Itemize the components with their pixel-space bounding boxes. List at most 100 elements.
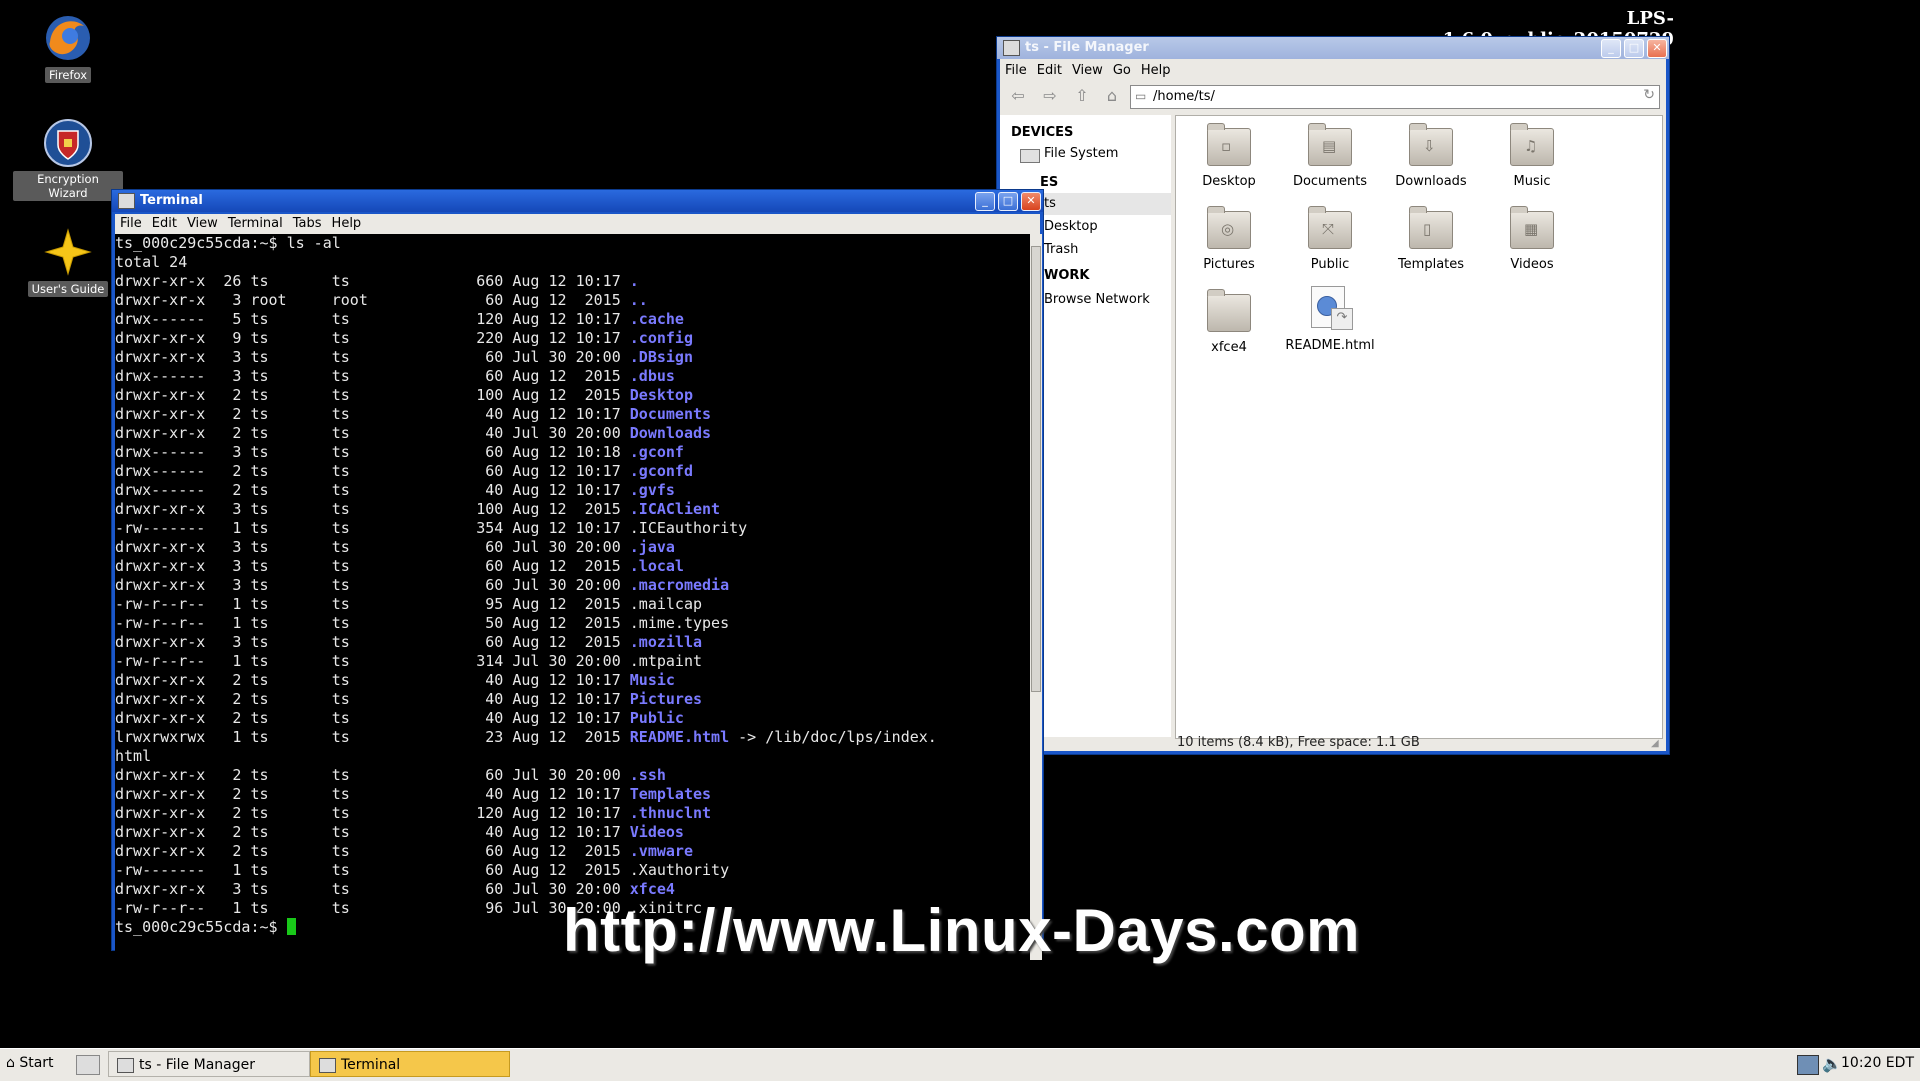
- scrollbar-thumb[interactable]: [1031, 246, 1041, 692]
- terminal-titlebar[interactable]: Terminal _ □ ✕: [112, 190, 1043, 212]
- reload-icon[interactable]: ↻: [1643, 87, 1655, 103]
- listing-line: drwxr-xr-x 2 ts ts 60 Aug 12 2015 .vmwar…: [115, 842, 1030, 861]
- entry-name: Templates: [629, 785, 712, 803]
- close-button[interactable]: ✕: [1647, 39, 1667, 58]
- file-manager-toolbar: ⇦ ⇨ ⇧ ⌂ ▭ /home/ts/ ↻: [1000, 81, 1666, 111]
- forward-arrow-icon[interactable]: ⇨: [1040, 87, 1060, 105]
- entry-name: Music: [629, 671, 675, 689]
- entry-meta: drwxr-xr-x 3 ts ts 60 Aug 12 2015: [115, 557, 630, 575]
- entry-meta: drwxr-xr-x 2 ts ts 40 Aug 12 10:17: [115, 709, 630, 727]
- entry-name: Downloads: [629, 424, 712, 442]
- resize-grip-icon[interactable]: ◢: [1651, 738, 1663, 750]
- entry-name: .mailcap: [629, 595, 703, 613]
- entry-meta: drwxr-xr-x 2 ts ts 40 Aug 12 10:17: [115, 671, 630, 689]
- entry-meta: drwx------ 3 ts ts 60 Aug 12 10:18: [115, 443, 630, 461]
- show-desktop-icon[interactable]: [76, 1055, 100, 1075]
- menu-file[interactable]: File: [115, 214, 147, 233]
- listing-line: -rw-r--r-- 1 ts ts 314 Jul 30 20:00 .mtp…: [115, 652, 1030, 671]
- entry-meta: drwx------ 2 ts ts 60 Aug 12 10:17: [115, 462, 630, 480]
- terminal-scrollbar[interactable]: [1030, 234, 1042, 960]
- menu-edit[interactable]: Edit: [147, 214, 182, 233]
- folder-icon: ⇩: [1409, 123, 1453, 166]
- entry-meta: drwxr-xr-x 2 ts ts 40 Aug 12 10:17: [115, 823, 630, 841]
- file-item-label: xfce4: [1211, 340, 1247, 355]
- entry-meta: drwx------ 5 ts ts 120 Aug 12 10:17: [115, 310, 630, 328]
- task-file-manager[interactable]: ts - File Manager: [108, 1051, 310, 1077]
- entry-meta: lrwxrwxrwx 1 ts ts 23 Aug 12 2015: [115, 728, 630, 746]
- sidebar-item-label: File System: [1044, 146, 1119, 161]
- menu-file[interactable]: File: [1000, 61, 1032, 80]
- minimize-button[interactable]: _: [1601, 39, 1621, 58]
- file-manager-titlebar[interactable]: ts - File Manager _ □ ✕: [997, 37, 1669, 59]
- menu-go[interactable]: Go: [1108, 61, 1136, 80]
- file-item-downloads[interactable]: ⇩ Downloads: [1381, 123, 1481, 189]
- listing-line: drwxr-xr-x 2 ts ts 40 Aug 12 10:17 Docum…: [115, 405, 1030, 424]
- entry-name: .macromedia: [629, 576, 730, 594]
- close-button[interactable]: ✕: [1021, 192, 1041, 211]
- file-view: ▫ Desktop ▤ Documents ⇩ Downloads ♫ Music ◎ P…: [1175, 115, 1663, 739]
- file-item-templates[interactable]: ▯ Templates: [1381, 206, 1481, 272]
- entry-meta: -rw-r--r-- 1 ts ts 95 Aug 12 2015: [115, 595, 630, 613]
- file-item-public[interactable]: ⤧ Public: [1280, 206, 1380, 272]
- minimize-button[interactable]: _: [975, 192, 995, 211]
- text-cursor: [286, 918, 296, 935]
- file-item-music[interactable]: ♫ Music: [1482, 123, 1582, 189]
- listing-line: drwx------ 3 ts ts 60 Aug 12 10:18 .gcon…: [115, 443, 1030, 462]
- maximize-button[interactable]: □: [998, 192, 1018, 211]
- sidebar-devices-header: DEVICES: [1011, 125, 1074, 140]
- entry-meta: drwxr-xr-x 2 ts ts 60 Jul 30 20:00: [115, 766, 630, 784]
- menu-view[interactable]: View: [1067, 61, 1108, 80]
- desktop-icon-label: Encryption Wizard: [13, 171, 123, 201]
- file-item-videos[interactable]: ▦ Videos: [1482, 206, 1582, 272]
- file-item-desktop[interactable]: ▫ Desktop: [1179, 123, 1279, 189]
- entry-meta: drwxr-xr-x 2 ts ts 40 Aug 12 10:17: [115, 785, 630, 803]
- volume-icon[interactable]: 🔈: [1822, 1054, 1842, 1073]
- terminal-icon: [319, 1058, 336, 1073]
- file-item-readme[interactable]: ↷ README.html: [1280, 286, 1380, 353]
- listing-line: -rw------- 1 ts ts 60 Aug 12 2015 .Xauth…: [115, 861, 1030, 880]
- menu-terminal[interactable]: Terminal: [223, 214, 288, 233]
- terminal-output[interactable]: ts_000c29c55cda:~$ ls -al total 24 drwxr…: [115, 234, 1030, 960]
- folder-icon: ▫: [1207, 123, 1251, 166]
- menu-view[interactable]: View: [182, 214, 223, 233]
- task-terminal[interactable]: Terminal: [310, 1051, 510, 1077]
- listing-line: drwxr-xr-x 9 ts ts 220 Aug 12 10:17 .con…: [115, 329, 1030, 348]
- desktop-icon-firefox[interactable]: Firefox: [13, 12, 123, 83]
- entry-meta: drwxr-xr-x 2 ts ts 40 Jul 30 20:00: [115, 424, 630, 442]
- up-arrow-icon[interactable]: ⇧: [1072, 87, 1092, 105]
- desktop-icon-users-guide[interactable]: User's Guide: [13, 226, 123, 297]
- start-label: Start: [19, 1055, 54, 1071]
- listing-line: drwxr-xr-x 2 ts ts 100 Aug 12 2015 Deskt…: [115, 386, 1030, 405]
- folder-icon: ◎: [1207, 206, 1251, 249]
- listing-line: drwxr-xr-x 3 ts ts 60 Jul 30 20:00 .macr…: [115, 576, 1030, 595]
- entry-meta: -rw------- 1 ts ts 60 Aug 12 2015: [115, 861, 630, 879]
- folder-icon: ▤: [1308, 123, 1352, 166]
- network-icon[interactable]: [1797, 1055, 1819, 1075]
- file-item-pictures[interactable]: ◎ Pictures: [1179, 206, 1279, 272]
- menu-tabs[interactable]: Tabs: [288, 214, 327, 233]
- location-bar[interactable]: ▭ /home/ts/ ↻: [1130, 85, 1660, 109]
- taskbar: ⌂ Start ts - File Manager Terminal 🔈 10:…: [0, 1048, 1920, 1081]
- sidebar-item-label: ts: [1044, 196, 1056, 211]
- folder-icon: ▦: [1510, 206, 1554, 249]
- file-item-documents[interactable]: ▤ Documents: [1280, 123, 1380, 189]
- menu-help[interactable]: Help: [327, 214, 367, 233]
- maximize-button[interactable]: □: [1624, 39, 1644, 58]
- star-icon: [42, 226, 94, 278]
- entry-name: .gconf: [629, 443, 684, 461]
- home-icon: ⌂: [6, 1055, 15, 1071]
- file-item-label: Templates: [1397, 257, 1465, 272]
- menu-help[interactable]: Help: [1136, 61, 1176, 80]
- folder-icon: ▯: [1409, 206, 1453, 249]
- file-item-xfce4[interactable]: xfce4: [1179, 289, 1279, 355]
- back-arrow-icon[interactable]: ⇦: [1008, 87, 1028, 105]
- home-icon[interactable]: ⌂: [1102, 87, 1122, 105]
- listing-line: drwxr-xr-x 3 root root 60 Aug 12 2015 ..: [115, 291, 1030, 310]
- desktop-icon-encryption-wizard[interactable]: Encryption Wizard: [13, 117, 123, 201]
- sidebar-item-file-system[interactable]: File System: [1000, 143, 1171, 165]
- folder-icon: [1207, 289, 1251, 332]
- listing-line: drwxr-xr-x 3 ts ts 60 Aug 12 2015 .local: [115, 557, 1030, 576]
- terminal-command-line: ts_000c29c55cda:~$ ls -al: [115, 234, 1030, 253]
- start-button[interactable]: ⌂ Start: [6, 1055, 54, 1071]
- menu-edit[interactable]: Edit: [1032, 61, 1067, 80]
